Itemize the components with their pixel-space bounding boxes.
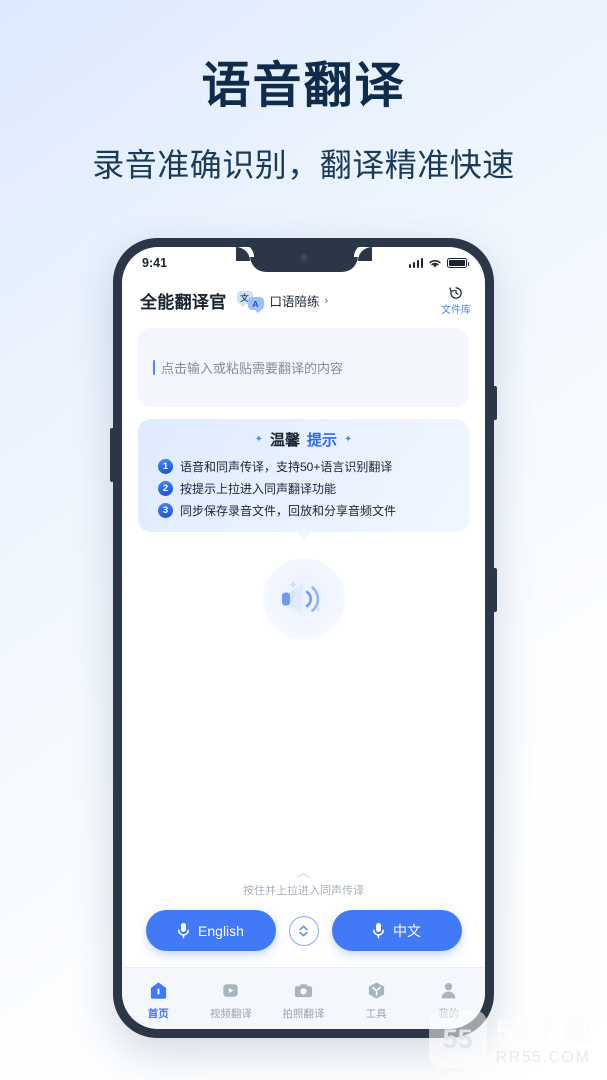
app-header: 全能翻译官 文 A 口语陪练 › 文件库 [122,279,485,320]
record-chinese-button[interactable]: 中文 [331,910,462,951]
tips-title-part1: 温馨 [269,432,300,449]
tip-text: 语音和同声传译，支持50+语言识别翻译 [180,460,393,474]
tip-text: 同步保存录音文件，回放和分享音频文件 [180,504,397,518]
microphone-icon [373,923,384,939]
tab-home[interactable]: 首页 [122,980,195,1021]
page-subtitle: 录音准确识别，翻译精准快速 [92,146,515,183]
pull-up-hint[interactable]: ︿ 按住并上拉进入同声传译 [122,865,485,898]
bubble-en-label: A [247,297,264,313]
tip-item: 3 同步保存录音文件，回放和分享音频文件 [158,502,455,519]
tips-title: ✦ 温馨 提示 ✦ [152,429,455,450]
translation-input[interactable]: 点击输入或粘贴需要翻译的内容 [138,328,469,407]
file-library-button[interactable]: 文件库 [441,285,471,316]
watermark-logo: 55 [428,1010,487,1068]
chinese-label: 中文 [393,922,421,939]
swap-language-button[interactable] [288,915,319,946]
speaker-icon [262,558,345,640]
input-placeholder: 点击输入或粘贴需要翻译的内容 [161,361,344,376]
volume-button-left[interactable] [110,428,114,482]
tab-tools[interactable]: 工具 [340,980,413,1021]
watermark: 55 55下载 RR55.COM [428,1010,593,1068]
pull-up-text: 按住并上拉进入同声传译 [243,885,364,897]
tip-text: 按提示上拉进入同声翻译功能 [180,482,337,496]
tip-item: 2 按提示上拉进入同声翻译功能 [158,480,455,497]
badge-label: 口语陪练 [269,295,320,309]
power-button[interactable] [493,386,497,420]
watermark-line1: 55下载 [495,1015,593,1048]
wifi-icon [429,259,441,268]
swap-vertical-icon [299,925,308,936]
speaking-practice-badge[interactable]: 文 A 口语陪练 › [236,291,329,313]
tip-number: 2 [158,481,173,496]
chat-bubbles-icon: 文 A [236,291,267,313]
chevron-up-icon: ︿ [296,864,311,880]
status-bar: 9:41 [122,247,485,279]
tab-video-translate[interactable]: 视频翻译 [195,980,268,1021]
promo-header: 语音翻译 录音准确识别，翻译精准快速 [0,0,607,186]
phone-mockup: 9:41 全能翻译官 文 A 口语陪练 › 文件库 点击输入或粘贴需要翻译的内容… [110,238,497,1038]
tab-photo-translate[interactable]: 拍照翻译 [267,980,340,1021]
video-icon [195,980,268,1003]
microphone-icon [178,923,189,939]
page-title: 语音翻译 [201,59,406,113]
history-icon [441,285,471,304]
english-label: English [198,922,244,939]
phone-screen: 9:41 全能翻译官 文 A 口语陪练 › 文件库 点击输入或粘贴需要翻译的内容… [122,247,485,1029]
tools-icon [340,980,413,1003]
text-caret [153,360,155,375]
sparkle-icon-right: ✦ [344,434,353,445]
watermark-text: 55下载 RR55.COM [496,1017,593,1068]
tab-video-label: 视频翻译 [209,1008,252,1020]
tip-item: 1 语音和同声传译，支持50+语言识别翻译 [158,458,455,475]
camera-icon [267,980,340,1003]
watermark-line2: RR55.COM [495,1049,591,1066]
tab-tools-label: 工具 [365,1008,387,1020]
chevron-right-icon: › [324,294,329,307]
tip-number: 3 [158,503,173,518]
file-library-label: 文件库 [441,305,471,316]
battery-icon [447,258,469,268]
app-title: 全能翻译官 [140,293,227,312]
tab-home-label: 首页 [147,1008,169,1020]
speaker-illustration [122,558,485,640]
sparkle-icon-left: ✦ [254,434,263,445]
tab-photo-label: 拍照翻译 [282,1008,325,1020]
tip-number: 1 [158,459,173,474]
language-bar: English 中文 [122,910,485,967]
status-time: 9:41 [142,256,168,270]
tips-card: ✦ 温馨 提示 ✦ 1 语音和同声传译，支持50+语言识别翻译 2 按提示上拉进… [138,419,469,532]
signal-bars-icon [408,258,423,268]
home-icon [122,980,195,1003]
record-english-button[interactable]: English [145,910,276,951]
user-icon [412,980,485,1003]
volume-button-right[interactable] [493,568,497,612]
tips-title-part2: 提示 [307,432,338,449]
status-icons [408,258,469,269]
